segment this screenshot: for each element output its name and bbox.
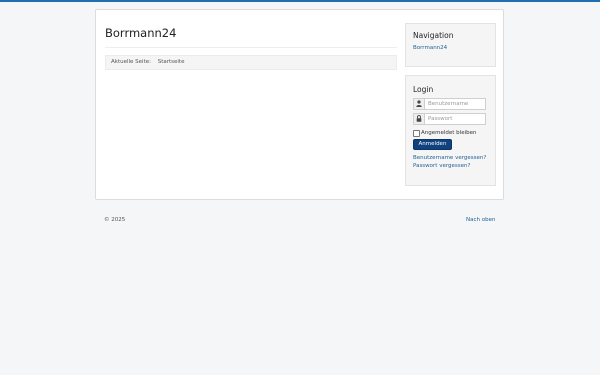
navigation-title: Navigation <box>413 31 454 40</box>
password-input[interactable] <box>426 114 485 124</box>
forgot-username-link[interactable]: Benutzername vergessen? <box>413 155 486 161</box>
password-input-group <box>413 113 486 125</box>
footer-copyright: © 2025 <box>104 217 126 223</box>
main-container: Borrmann24 Aktuelle Seite: Startseite Na… <box>95 9 504 200</box>
site-title: Borrmann24 <box>105 26 177 40</box>
title-divider <box>105 47 397 48</box>
remember-checkbox[interactable] <box>413 130 420 137</box>
top-accent-bar <box>0 0 600 2</box>
breadcrumb-current: Startseite <box>157 59 185 65</box>
username-input-group <box>413 98 486 110</box>
remember-label: Angemeldet bleiben <box>421 130 477 136</box>
back-to-top-link[interactable]: Nach oben <box>466 217 495 223</box>
username-input[interactable] <box>426 99 485 109</box>
breadcrumb: Aktuelle Seite: Startseite <box>105 55 397 70</box>
login-button[interactable]: Anmelden <box>413 139 452 150</box>
lock-icon <box>414 114 425 124</box>
nav-link-home[interactable]: Borrmann24 <box>413 45 447 51</box>
breadcrumb-label: Aktuelle Seite: <box>111 59 151 65</box>
login-module: Login Angemeldet bleiben An <box>405 75 496 186</box>
login-title: Login <box>413 85 434 94</box>
forgot-password-link[interactable]: Passwort vergessen? <box>413 163 470 169</box>
navigation-module: Navigation Borrmann24 <box>405 23 496 67</box>
user-icon <box>414 99 425 109</box>
